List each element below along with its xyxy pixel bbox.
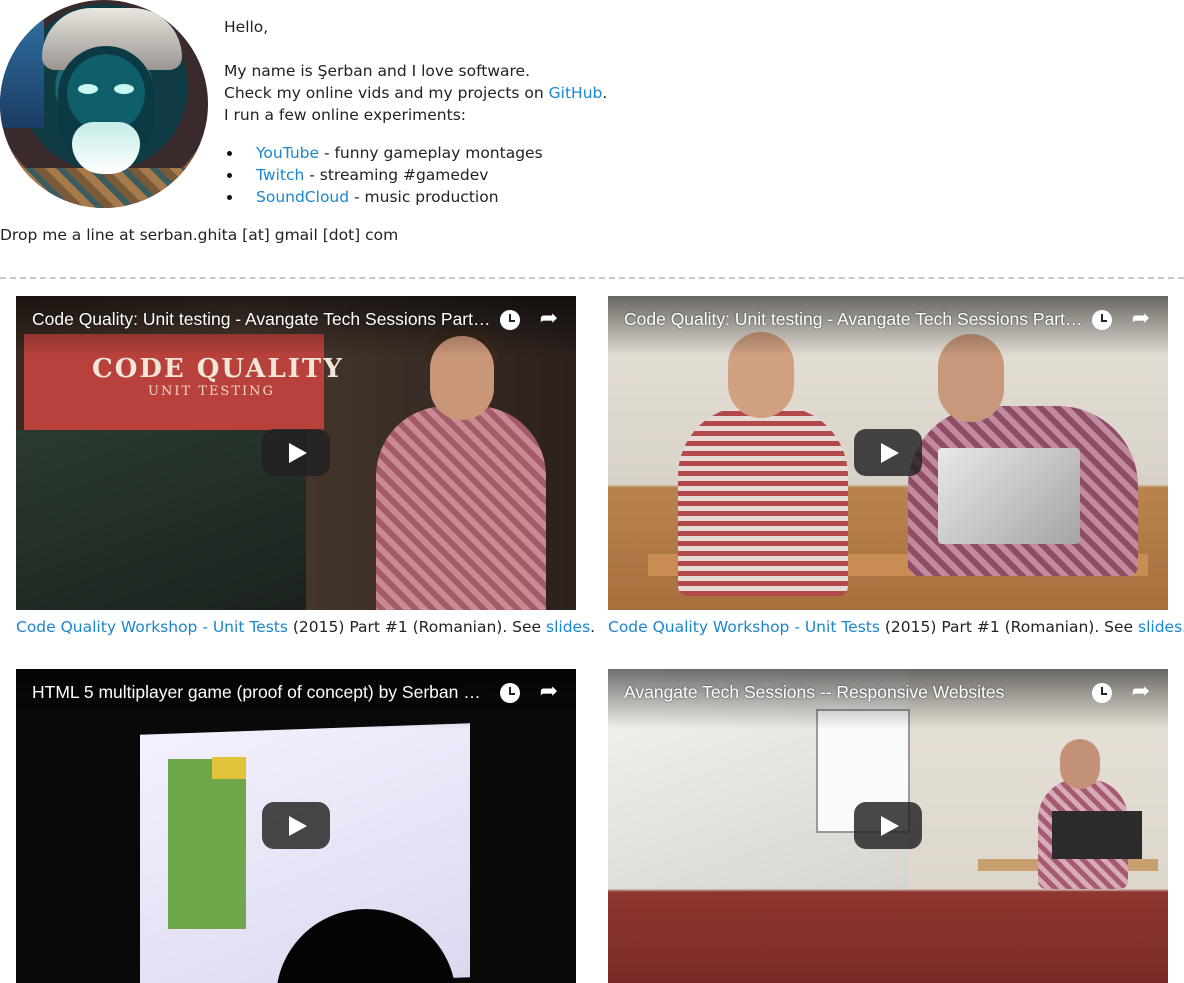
video-title[interactable]: HTML 5 multiplayer game (proof of concep… bbox=[32, 682, 494, 703]
clock-icon[interactable] bbox=[500, 310, 520, 330]
experiments-list: YouTube - funny gameplay montages Twitch… bbox=[224, 142, 543, 208]
video-player[interactable]: HTML 5 multiplayer game (proof of concep… bbox=[16, 669, 576, 983]
play-button[interactable] bbox=[854, 802, 922, 849]
twitch-link[interactable]: Twitch bbox=[256, 166, 304, 184]
soundcloud-link[interactable]: SoundCloud bbox=[256, 188, 349, 206]
video-title[interactable]: Avangate Tech Sessions -- Responsive Web… bbox=[624, 682, 1086, 703]
slides-link[interactable]: slides bbox=[546, 618, 590, 636]
contact-line: Drop me a line at serban.ghita [at] gmai… bbox=[0, 226, 399, 244]
banner-subtitle: UNIT TESTING bbox=[148, 384, 275, 399]
intro-text: Hello, My name is Şerban and I love soft… bbox=[224, 16, 607, 126]
list-item: YouTube - funny gameplay montages bbox=[224, 142, 543, 164]
video-caption: Code Quality Workshop - Unit Tests (2015… bbox=[16, 618, 596, 636]
video-card: Avangate Tech Sessions -- Responsive Web… bbox=[608, 669, 1168, 983]
share-icon[interactable]: ➦ bbox=[540, 681, 558, 703]
greeting: Hello, bbox=[224, 18, 269, 36]
play-button[interactable] bbox=[262, 802, 330, 849]
intro-section: Hello, My name is Şerban and I love soft… bbox=[0, 0, 1184, 260]
video-caption: Code Quality Workshop - Unit Tests (2015… bbox=[608, 618, 1184, 636]
video-card: CODE QUALITY UNIT TESTING Code Quality: … bbox=[16, 296, 596, 638]
clock-icon[interactable] bbox=[1092, 310, 1112, 330]
list-item: SoundCloud - music production bbox=[224, 186, 543, 208]
clock-icon[interactable] bbox=[500, 683, 520, 703]
video-player[interactable]: Code Quality: Unit testing - Avangate Te… bbox=[608, 296, 1168, 610]
avatar bbox=[0, 0, 208, 208]
video-card: Code Quality: Unit testing - Avangate Te… bbox=[608, 296, 1184, 638]
projects-prefix: Check my online vids and my projects on bbox=[224, 84, 549, 102]
bullet-icon bbox=[227, 173, 232, 178]
video-player[interactable]: CODE QUALITY UNIT TESTING Code Quality: … bbox=[16, 296, 576, 610]
share-icon[interactable]: ➦ bbox=[1132, 308, 1150, 330]
caption-link[interactable]: Code Quality Workshop - Unit Tests bbox=[16, 618, 288, 636]
clock-icon[interactable] bbox=[1092, 683, 1112, 703]
share-icon[interactable]: ➦ bbox=[540, 308, 558, 330]
experiments-intro: I run a few online experiments: bbox=[224, 106, 466, 124]
share-icon[interactable]: ➦ bbox=[1132, 681, 1150, 703]
play-button[interactable] bbox=[854, 429, 922, 476]
play-button[interactable] bbox=[262, 429, 330, 476]
youtube-link[interactable]: YouTube bbox=[256, 144, 319, 162]
name-line: My name is Şerban and I love software. bbox=[224, 62, 531, 80]
video-card: HTML 5 multiplayer game (proof of concep… bbox=[16, 669, 576, 983]
video-title[interactable]: Code Quality: Unit testing - Avangate Te… bbox=[624, 309, 1086, 330]
bullet-icon bbox=[227, 151, 232, 156]
github-link[interactable]: GitHub bbox=[549, 84, 603, 102]
slides-link[interactable]: slides bbox=[1138, 618, 1182, 636]
projects-line: Check my online vids and my projects on … bbox=[224, 84, 608, 102]
video-player[interactable]: Avangate Tech Sessions -- Responsive Web… bbox=[608, 669, 1168, 983]
list-item: Twitch - streaming #gamedev bbox=[224, 164, 543, 186]
banner-title: CODE QUALITY bbox=[92, 354, 344, 384]
caption-link[interactable]: Code Quality Workshop - Unit Tests bbox=[608, 618, 880, 636]
video-title[interactable]: Code Quality: Unit testing - Avangate Te… bbox=[32, 309, 494, 330]
divider bbox=[0, 277, 1184, 279]
bullet-icon bbox=[227, 195, 232, 200]
